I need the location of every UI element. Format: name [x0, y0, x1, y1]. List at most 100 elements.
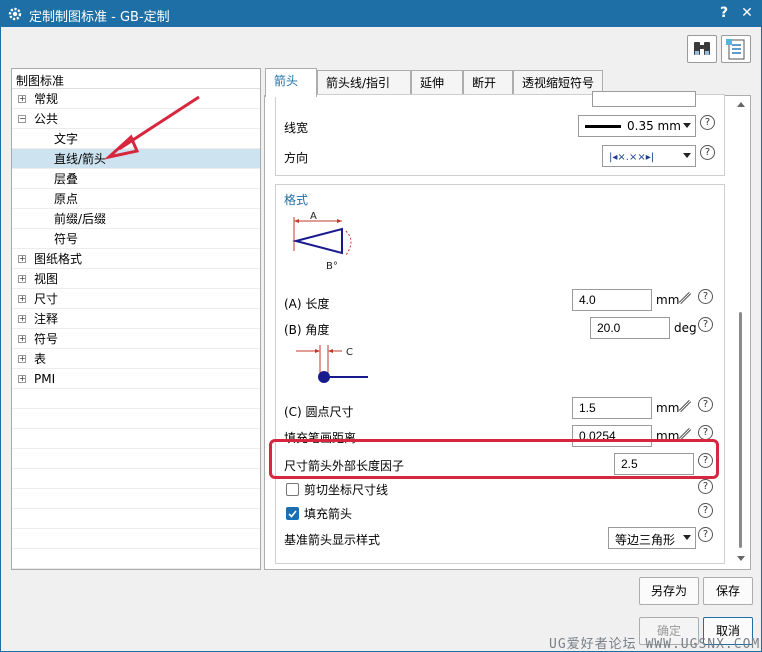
expand-icon[interactable]: + — [18, 295, 26, 303]
help-icon[interactable]: ? — [698, 503, 713, 518]
tree-item[interactable]: + 符号 — [12, 329, 260, 349]
fill-spacing-label: 填充笔画距离 — [284, 431, 357, 445]
tree-item-label: 文字 — [54, 132, 79, 146]
tree-item-label: PMI — [34, 372, 56, 386]
help-icon[interactable]: ? — [700, 145, 715, 160]
tree-item-label: 常规 — [34, 92, 59, 106]
expand-icon[interactable]: + — [18, 335, 26, 343]
scroll-thumb[interactable] — [739, 312, 742, 548]
tree-item[interactable]: + 注释 — [12, 309, 260, 329]
save-button[interactable]: 保存 — [703, 577, 753, 605]
tree-empty-row — [12, 389, 260, 409]
help-icon[interactable]: ? — [698, 453, 713, 468]
length-unit: mm — [656, 293, 680, 307]
settings-sheet-icon[interactable] — [721, 35, 751, 63]
close-button[interactable]: ✕ — [738, 5, 756, 21]
tab-extension-line[interactable]: 延伸线 — [411, 70, 463, 115]
scroll-up-icon[interactable] — [737, 102, 745, 107]
expand-icon[interactable]: + — [18, 315, 26, 323]
help-icon[interactable]: ? — [698, 317, 713, 332]
tree-empty-row — [12, 409, 260, 429]
panel-scrollbar[interactable] — [733, 98, 749, 566]
ruler-icon[interactable] — [678, 399, 692, 413]
tree-empty-row — [12, 429, 260, 449]
line-section: 线宽 0.35 mm ? 方向 |◂×.××▸| ? — [275, 91, 725, 176]
tree-item[interactable]: 层叠 — [12, 169, 260, 189]
tab-arrow-line-leader[interactable]: 箭头线/指引线 — [317, 70, 411, 115]
tree-item-label: 公共 — [34, 112, 59, 126]
tree-item[interactable]: + 图纸格式 — [12, 249, 260, 269]
help-icon[interactable]: ? — [698, 289, 713, 304]
line-sample-icon — [585, 125, 621, 128]
diagram-label-a: A — [310, 211, 317, 222]
angle-unit: deg — [674, 321, 697, 335]
tree-item[interactable]: 原点 — [12, 189, 260, 209]
direction-label: 方向 — [284, 151, 309, 165]
tree-item-label: 原点 — [54, 192, 79, 206]
expand-icon[interactable]: + — [18, 275, 26, 283]
help-icon[interactable]: ? — [698, 397, 713, 412]
dot-size-label: (C) 圆点尺寸 — [284, 405, 354, 419]
tree-item[interactable]: + 视图 — [12, 269, 260, 289]
dot-size-input[interactable] — [572, 397, 652, 419]
outside-length-factor-label: 尺寸箭头外部长度因子 — [284, 459, 405, 473]
fill-spacing-input[interactable] — [572, 425, 652, 447]
datum-arrow-style-dropdown[interactable]: 等边三角形 — [608, 527, 696, 549]
expand-icon[interactable]: + — [18, 375, 26, 383]
tree-empty-row — [12, 489, 260, 509]
tree-item[interactable]: + PMI — [12, 369, 260, 389]
direction-value: |◂×.××▸| — [609, 152, 655, 163]
expand-icon[interactable]: + — [18, 355, 26, 363]
dot-size-unit: mm — [656, 401, 680, 415]
tab-break[interactable]: 断开 — [463, 70, 513, 96]
line-width-dropdown[interactable]: 0.35 mm — [578, 115, 696, 137]
tree-item-label: 视图 — [34, 272, 59, 286]
tree-item[interactable]: 前缀/后缀 — [12, 209, 260, 229]
save-as-button[interactable]: 另存为 — [639, 577, 699, 605]
length-input[interactable] — [572, 289, 652, 311]
arrow-geometry-diagram: A B° — [292, 211, 352, 272]
diagram-label-b: B° — [326, 261, 338, 272]
tab-foreshorten-symbol[interactable]: 透视缩短符号 — [513, 70, 603, 96]
expand-icon[interactable]: + — [18, 255, 26, 263]
direction-dropdown[interactable]: |◂×.××▸| — [602, 145, 696, 167]
tree-item[interactable]: + 表 — [12, 349, 260, 369]
tree-item[interactable]: + 尺寸 — [12, 289, 260, 309]
help-icon[interactable]: ? — [698, 479, 713, 494]
dialog-window: 定制制图标准 - GB-定制 ? ✕ 制图标准 + 常规 − 公共 文字 直线/箭头 层叠原… — [0, 0, 762, 652]
tree-item-label: 符号 — [34, 332, 59, 346]
expand-icon[interactable]: + — [18, 95, 26, 103]
ruler-icon[interactable] — [678, 427, 692, 441]
tree-item[interactable]: 符号 — [12, 229, 260, 249]
help-icon[interactable]: ? — [698, 527, 713, 542]
outside-length-factor-input[interactable] — [614, 453, 694, 475]
datum-arrow-style-value: 等边三角形 — [615, 533, 676, 547]
truncated-field[interactable] — [592, 91, 696, 107]
angle-input[interactable] — [590, 317, 670, 339]
collapse-icon[interactable]: − — [18, 115, 26, 123]
line-width-label: 线宽 — [284, 121, 309, 135]
length-label: (A) 长度 — [284, 297, 330, 311]
fill-arrow-checkbox[interactable] — [286, 507, 299, 520]
help-icon[interactable]: ? — [700, 115, 715, 130]
line-width-value: 0.35 mm — [627, 119, 681, 133]
check-icon — [288, 510, 297, 518]
clip-coordinate-checkbox[interactable] — [286, 483, 299, 496]
tree-empty-row — [12, 449, 260, 469]
tree-item-label: 注释 — [34, 312, 59, 326]
format-section: 格式 A B° (A) 长度 mm ? (B) 角度 deg ? — [275, 184, 725, 564]
tree-item-label: 表 — [34, 352, 47, 366]
watermark: UG爱好者论坛 WWW.UGSNX.COM — [549, 637, 761, 652]
chevron-down-icon — [683, 535, 691, 540]
tree-item-label: 直线/箭头 — [54, 152, 107, 166]
tree-item-label: 层叠 — [54, 172, 79, 186]
scroll-down-icon[interactable] — [737, 556, 745, 561]
ruler-icon[interactable] — [678, 291, 692, 305]
binoculars-icon[interactable] — [687, 35, 717, 63]
help-icon[interactable]: ? — [698, 425, 713, 440]
help-button[interactable]: ? — [715, 5, 733, 21]
tab-arrow[interactable]: 箭头 — [265, 68, 317, 97]
tree-item-label: 尺寸 — [34, 292, 59, 306]
clip-coordinate-label: 剪切坐标尺寸线 — [304, 483, 389, 497]
tree-empty-row — [12, 549, 260, 569]
